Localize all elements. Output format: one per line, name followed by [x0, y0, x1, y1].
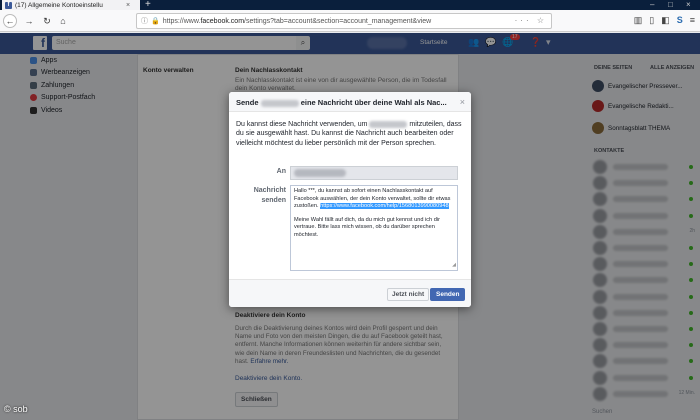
message-label: Nachricht senden [236, 186, 286, 206]
extension-s-icon[interactable]: S [677, 15, 683, 26]
close-icon[interactable]: × [460, 97, 465, 107]
window-close-icon[interactable]: × [686, 0, 691, 9]
forward-icon[interactable]: → [22, 14, 36, 28]
redacted-name [260, 99, 299, 107]
new-tab-icon[interactable]: + [145, 0, 151, 10]
tab-title: (17) Allgemeine Kontoeinstellu [15, 1, 103, 9]
extension-icon[interactable]: ◧ [661, 15, 670, 26]
recipient-label: An [276, 168, 286, 175]
dialog-intro: Du kannst diese Nachricht verwenden, um … [236, 120, 464, 148]
browser-tab[interactable]: f (17) Allgemeine Kontoeinstellu × [2, 0, 140, 10]
browser-nav-bar: ← → ↻ ⌂ ⓘ 🔒 https://www.facebook.com/set… [0, 10, 700, 32]
url-path: /settings?tab=account&section=account_ma… [244, 17, 432, 25]
page-actions-icon[interactable]: ··· ☆ [515, 16, 547, 25]
info-icon[interactable]: ⓘ [141, 16, 148, 26]
recipient-token [294, 169, 346, 177]
message-paragraph-2: Meine Wahl fällt auf dich, da du mich gu… [294, 216, 440, 238]
dialog-header: Sende eine Nachricht über deine Wahl als… [229, 92, 471, 112]
message-label-line1: Nachricht [253, 187, 286, 194]
lock-icon: 🔒 [151, 18, 160, 25]
not-now-button[interactable]: Jetzt nicht [387, 288, 430, 301]
dialog-title: Sende eine Nachricht über deine Wahl als… [236, 98, 447, 107]
maximize-icon[interactable]: □ [668, 0, 673, 9]
dialog-footer: Jetzt nicht Senden [229, 279, 471, 307]
home-icon[interactable]: ⌂ [56, 14, 70, 28]
resize-handle-icon[interactable]: ◢ [452, 262, 456, 269]
browser-tab-strip: f (17) Allgemeine Kontoeinstellu × + – □… [0, 0, 700, 10]
message-textarea[interactable]: Hallo ***, du kannst ab sofort einen Nac… [290, 185, 458, 271]
minimize-icon[interactable]: – [650, 0, 654, 9]
intro-part-a: Du kannst diese Nachricht verwenden, um [236, 121, 368, 128]
facebook-favicon-icon: f [5, 1, 12, 9]
redacted-name [369, 120, 408, 128]
url-bar[interactable]: ⓘ 🔒 https://www.facebook.com/settings?ta… [136, 13, 552, 29]
back-icon[interactable]: ← [3, 14, 17, 28]
url-prefix: https://www. [162, 17, 201, 25]
message-help-link: https://www.facebook.com/help/1568013990… [320, 203, 449, 210]
tab-close-icon[interactable]: × [126, 2, 130, 9]
url-domain: facebook.com [200, 17, 245, 25]
title-suffix: eine Nachricht über deine Wahl als Nac..… [300, 98, 447, 107]
menu-icon[interactable]: ≡ [690, 15, 695, 26]
copyright-watermark: © sob [4, 404, 28, 414]
reload-icon[interactable]: ↻ [40, 14, 54, 28]
sidebar-icon[interactable]: ▯ [649, 15, 654, 26]
library-icon[interactable]: ▥ [634, 15, 643, 26]
send-button[interactable]: Senden [430, 288, 466, 301]
title-prefix: Sende [236, 98, 259, 107]
send-message-dialog: Sende eine Nachricht über deine Wahl als… [229, 92, 471, 307]
recipient-field [290, 166, 458, 180]
message-label-line2: senden [261, 197, 286, 205]
